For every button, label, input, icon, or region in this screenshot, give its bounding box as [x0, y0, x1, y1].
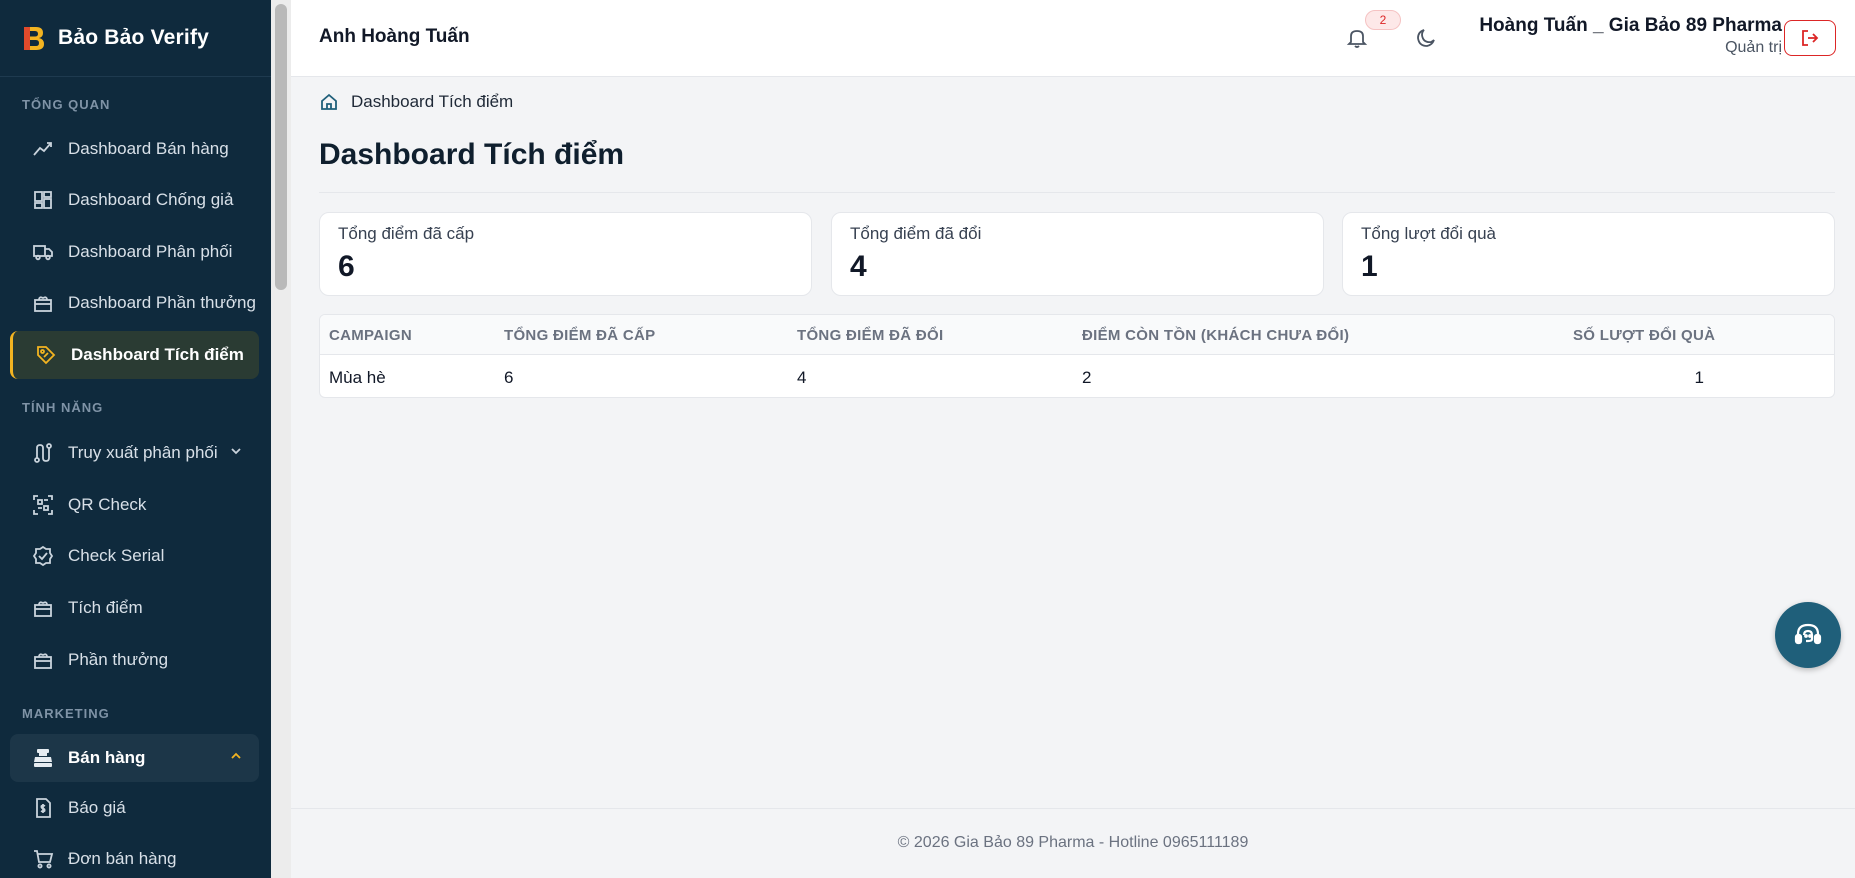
tag-icon [35, 344, 57, 366]
stat-label: Tổng lượt đổi quà [1361, 224, 1496, 243]
logout-button[interactable] [1784, 20, 1836, 56]
gift-icon [32, 292, 54, 314]
gift-box-icon [32, 597, 54, 619]
sidebar-item-label: Bán hàng [68, 748, 146, 767]
sidebar-item-label: Dashboard Phân phối [68, 242, 233, 261]
stat-card-gift-redemptions: Tổng lượt đổi quà 1 [1342, 212, 1835, 296]
sidebar-item-label: Tích điểm [68, 598, 143, 617]
header-greeting: Anh Hoàng Tuấn [319, 26, 470, 47]
sidebar-item-label: Báo giá [68, 798, 126, 817]
moon-icon[interactable] [1413, 25, 1439, 51]
chart-line-icon [32, 138, 54, 160]
headset-support-icon [1794, 623, 1822, 645]
sidebar-item-label: Truy xuất phân phối [68, 443, 218, 462]
sidebar-item-rewards[interactable]: Phần thưởng [10, 636, 259, 684]
stat-value: 4 [850, 250, 867, 283]
footer-text: © 2026 Gia Bảo 89 Pharma - Hotline 09651… [897, 834, 1249, 851]
sidebar-item-dashboard-distribution[interactable]: Dashboard Phân phối [10, 228, 259, 276]
column-header-points-redeemed[interactable]: TỔNG ĐIỂM ĐÃ ĐỔI [797, 327, 943, 344]
sidebar-item-label: Dashboard Chống giả [68, 190, 234, 209]
brand[interactable]: Bảo Bảo Verify [0, 0, 271, 77]
logout-icon [1802, 30, 1819, 46]
sidebar-item-dashboard-sales[interactable]: Dashboard Bán hàng [10, 125, 259, 173]
sidebar-item-label: Dashboard Bán hàng [68, 139, 229, 158]
gift-box-icon [32, 649, 54, 671]
cell-gift-redemptions: 1 [1694, 368, 1704, 387]
sidebar-item-check-serial[interactable]: Check Serial [10, 532, 259, 580]
sidebar: Bảo Bảo Verify TỔNG QUAN Dashboard Bán h… [0, 0, 271, 878]
breadcrumb: Dashboard Tích điểm [319, 92, 513, 112]
column-header-points-issued[interactable]: TỔNG ĐIỂM ĐÃ CẤP [504, 327, 655, 344]
sidebar-item-label: Dashboard Tích điểm [71, 345, 244, 364]
sidebar-item-label: Đơn bán hàng [68, 849, 177, 868]
column-header-campaign[interactable]: CAMPAIGN [329, 327, 412, 344]
sidebar-item-label: Phần thưởng [68, 650, 169, 669]
invoice-icon [32, 797, 54, 819]
truck-icon [32, 241, 54, 263]
sidebar-item-label: QR Check [68, 495, 147, 514]
home-icon[interactable] [319, 92, 339, 112]
footer: © 2026 Gia Bảo 89 Pharma - Hotline 09651… [291, 808, 1855, 878]
stat-label: Tổng điểm đã đổi [850, 224, 982, 243]
column-header-gift-redemptions[interactable]: SỐ LƯỢT ĐỔI QUÀ [1573, 327, 1715, 344]
stat-value: 1 [1361, 250, 1378, 283]
bell-icon[interactable] [1344, 25, 1370, 51]
campaign-table: CAMPAIGN TỔNG ĐIỂM ĐÃ CẤP TỔNG ĐIỂM ĐÃ Đ… [319, 314, 1835, 398]
grid-layout-icon [32, 189, 54, 211]
sidebar-item-sales[interactable]: Bán hàng [10, 734, 259, 782]
sidebar-item-quotes[interactable]: Báo giá [10, 784, 259, 832]
notification-badge: 2 [1365, 10, 1401, 30]
sidebar-item-dashboard-anti-counterfeit[interactable]: Dashboard Chống giả [10, 176, 259, 224]
user-name: Hoàng Tuấn _ Gia Bảo 89 Pharma [1479, 15, 1782, 36]
cash-register-icon [32, 747, 54, 769]
table-header: CAMPAIGN TỔNG ĐIỂM ĐÃ CẤP TỔNG ĐIỂM ĐÃ Đ… [320, 315, 1834, 355]
stat-card-points-redeemed: Tổng điểm đã đổi 4 [831, 212, 1324, 296]
sidebar-item-points[interactable]: Tích điểm [10, 584, 259, 632]
stat-card-points-issued: Tổng điểm đã cấp 6 [319, 212, 812, 296]
section-label-features: TÍNH NĂNG [22, 400, 104, 415]
sidebar-item-dashboard-points[interactable]: Dashboard Tích điểm [10, 331, 259, 379]
support-chat-button[interactable] [1775, 602, 1841, 668]
sidebar-item-sales-orders[interactable]: Đơn bán hàng [10, 835, 259, 878]
sidebar-scrollbar-thumb[interactable] [275, 4, 287, 290]
section-label-overview: TỔNG QUAN [22, 97, 111, 112]
route-icon [32, 442, 54, 464]
sidebar-item-dashboard-rewards[interactable]: Dashboard Phần thưởng [10, 279, 259, 327]
chevron-down-icon [231, 448, 241, 455]
column-header-points-remaining[interactable]: ĐIỂM CÒN TỒN (KHÁCH CHƯA ĐỔI) [1082, 327, 1349, 344]
sidebar-item-distribution-trace[interactable]: Truy xuất phân phối [10, 429, 259, 477]
cell-points-redeemed: 4 [797, 368, 807, 387]
chevron-up-icon [231, 752, 241, 759]
section-label-marketing: MARKETING [22, 706, 110, 721]
breadcrumb-current: Dashboard Tích điểm [351, 92, 514, 111]
sidebar-item-label: Check Serial [68, 546, 165, 565]
sidebar-item-qr-check[interactable]: QR Check [10, 481, 259, 529]
cell-campaign: Mùa hè [329, 368, 386, 387]
user-role: Quản trị [1725, 39, 1782, 56]
qr-scan-icon [32, 494, 54, 516]
divider [319, 192, 1835, 193]
stat-value: 6 [338, 250, 355, 283]
cell-points-issued: 6 [504, 368, 514, 387]
top-header: Anh Hoàng Tuấn 2 Hoàng Tuấn _ Gia Bảo 89… [291, 0, 1855, 77]
sidebar-item-label: Dashboard Phần thưởng [68, 293, 256, 312]
badge-check-icon [32, 545, 54, 567]
cart-icon [32, 848, 54, 870]
brand-logo-icon [24, 27, 44, 50]
cell-points-remaining: 2 [1082, 368, 1092, 387]
stat-label: Tổng điểm đã cấp [338, 224, 475, 243]
brand-name: Bảo Bảo Verify [58, 26, 210, 49]
page-title: Dashboard Tích điểm [319, 138, 625, 171]
